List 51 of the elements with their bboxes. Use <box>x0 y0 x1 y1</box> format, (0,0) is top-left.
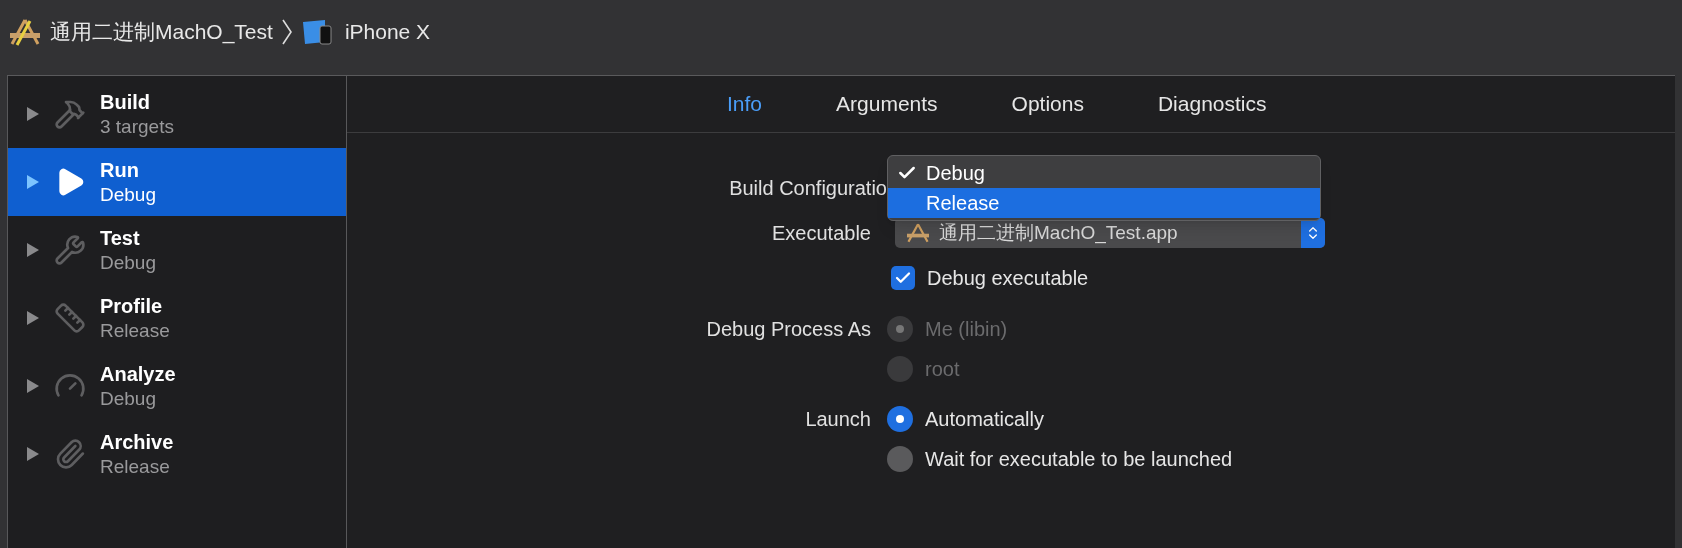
paperclip-icon <box>54 438 86 470</box>
radio-button[interactable] <box>887 446 913 472</box>
item-title: Test <box>100 225 141 251</box>
item-title: Build <box>100 89 151 115</box>
field-label: Launch <box>805 407 871 432</box>
hammer-icon <box>54 98 86 130</box>
tab[interactable]: Info <box>727 88 763 120</box>
radio-button[interactable] <box>887 406 913 432</box>
device-name[interactable]: iPhone X <box>344 15 431 48</box>
scheme-action-item[interactable]: Analyze Debug <box>8 352 346 420</box>
disclosure-triangle-icon[interactable] <box>26 378 40 394</box>
radio-label: Me (libin) <box>925 317 1008 342</box>
field-label: Build Configuratio <box>729 176 887 201</box>
field-label: Debug Process As <box>706 317 871 342</box>
item-subtitle: Release <box>100 454 171 479</box>
radio-label: Automatically <box>925 407 1044 432</box>
item-title: Archive <box>100 429 174 455</box>
scheme-action-item[interactable]: Archive Release <box>8 420 346 488</box>
menu-item[interactable]: Release <box>888 188 1320 218</box>
item-subtitle: Release <box>100 318 170 343</box>
item-title: Profile <box>100 293 164 319</box>
item-title: Analyze <box>100 361 176 387</box>
scheme-action-item[interactable]: Build 3 targets <box>8 80 346 148</box>
project-name[interactable]: 通用二进制MachO_Test <box>50 15 273 48</box>
app-icon <box>905 222 931 244</box>
checkbox-label: Debug executable <box>927 266 1089 291</box>
disclosure-triangle-icon[interactable] <box>26 446 40 462</box>
scheme-action-item[interactable]: Run Debug <box>8 148 346 216</box>
tab[interactable]: Arguments <box>836 88 938 120</box>
wrench-icon <box>54 234 86 266</box>
disclosure-triangle-icon[interactable] <box>26 242 40 258</box>
tab[interactable]: Options <box>1011 88 1084 120</box>
item-subtitle: Debug <box>100 250 156 275</box>
scheme-action-item[interactable]: Profile Release <box>8 284 346 352</box>
disclosure-triangle-icon[interactable] <box>26 310 40 326</box>
item-subtitle: Debug <box>100 386 157 411</box>
item-title: Run <box>100 157 140 183</box>
checkbox[interactable] <box>891 266 915 290</box>
radio-label: root <box>925 357 960 382</box>
item-subtitle: Debug <box>100 182 156 207</box>
disclosure-triangle-icon[interactable] <box>26 174 40 190</box>
radio-label: Wait for executable to be launched <box>925 447 1233 472</box>
disclosure-triangle-icon[interactable] <box>26 106 40 122</box>
device-icon <box>300 17 333 46</box>
menu-item[interactable]: Debug <box>888 158 1320 188</box>
chevron-right-icon <box>280 17 293 46</box>
tab[interactable]: Diagnostics <box>1157 88 1267 120</box>
scheme-action-item[interactable]: Test Debug <box>8 216 346 284</box>
ruler-icon <box>54 302 86 334</box>
field-label: Executable <box>772 221 871 246</box>
item-subtitle: 3 targets <box>100 114 174 139</box>
